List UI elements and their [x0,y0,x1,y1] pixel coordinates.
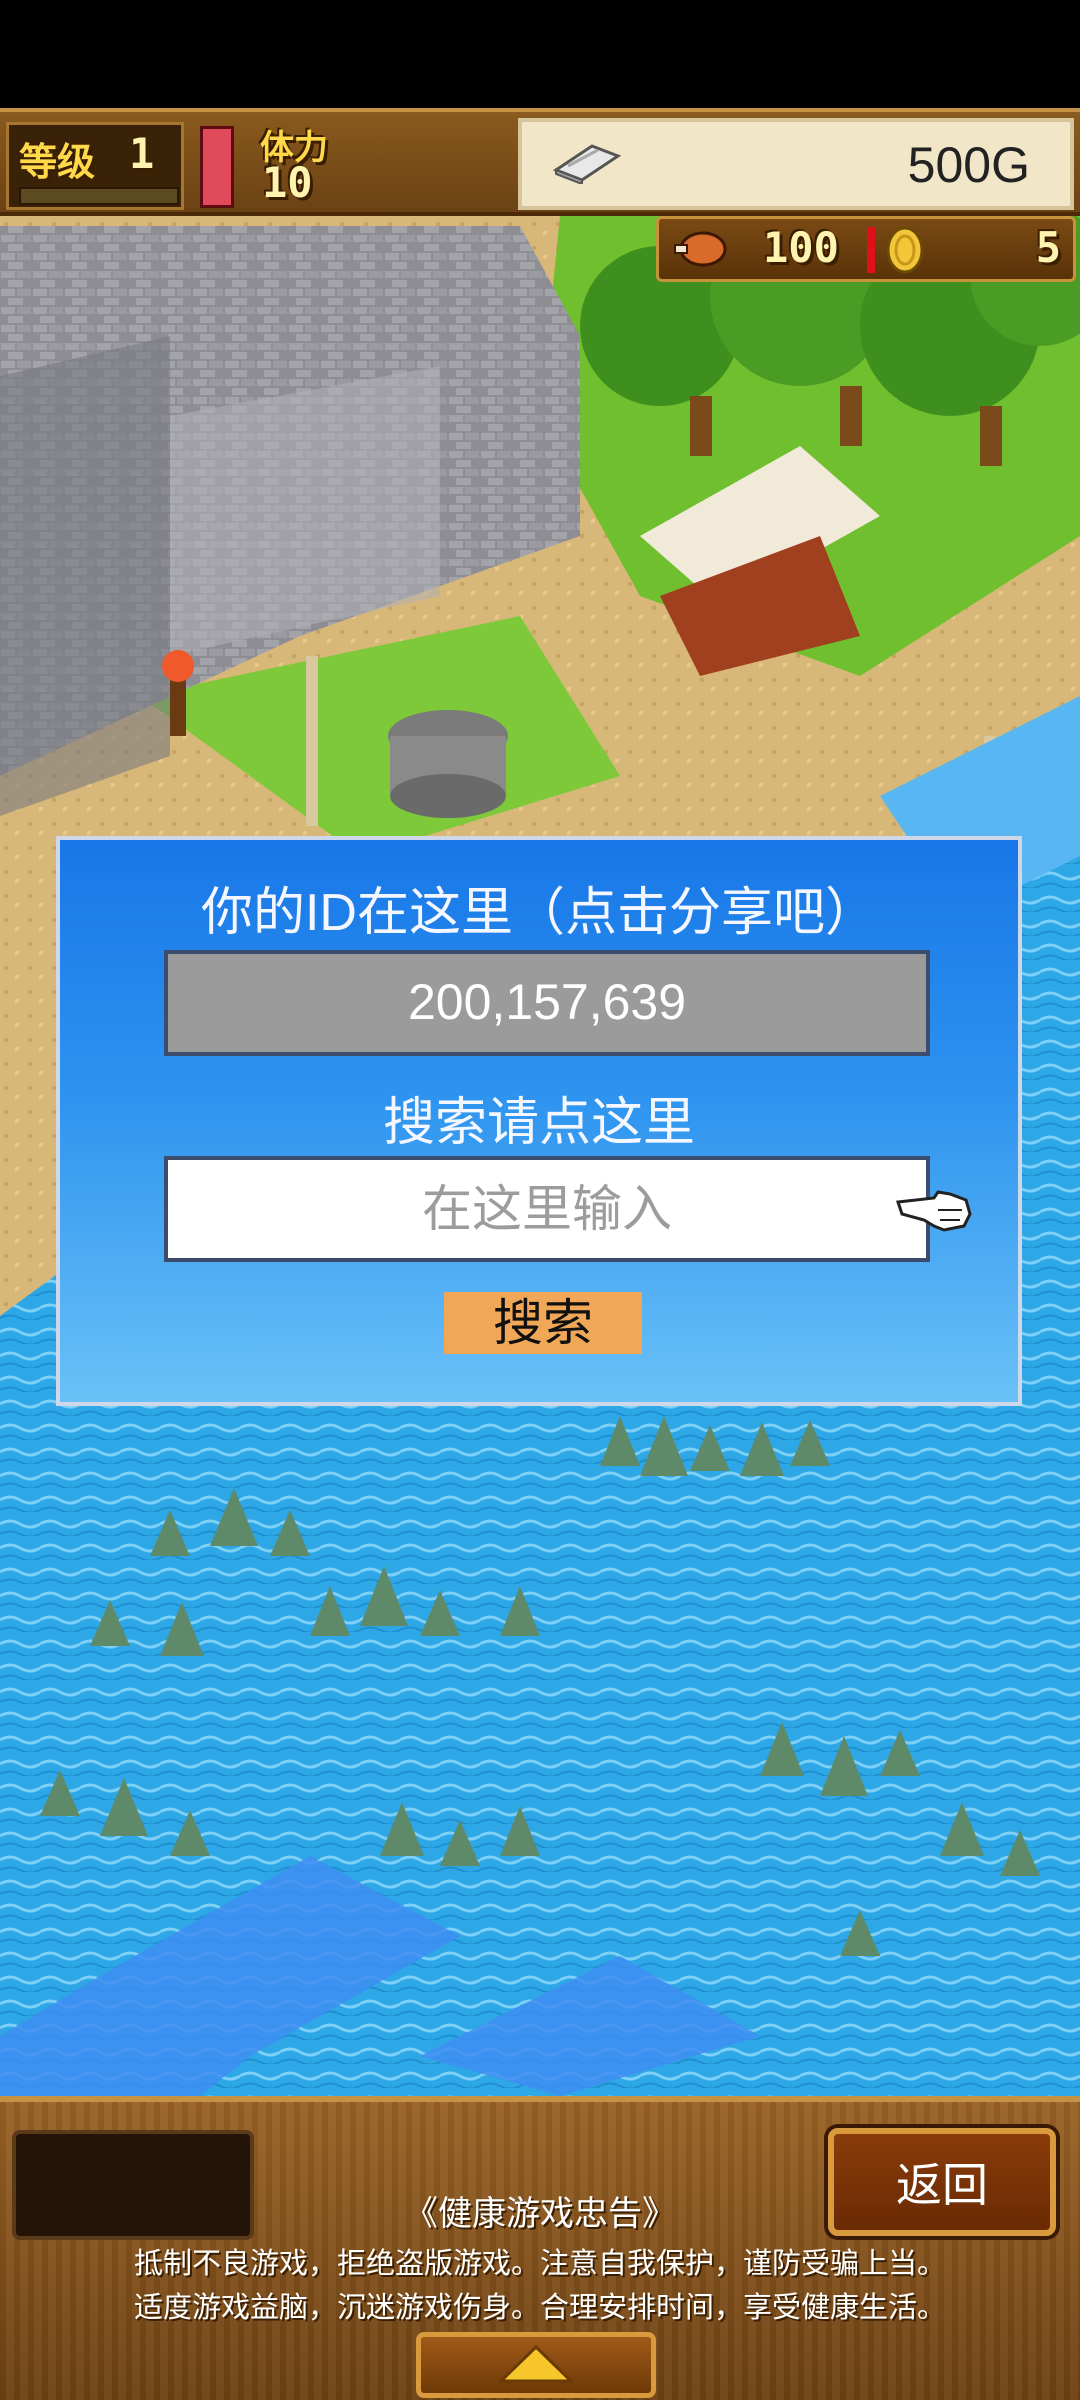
health-notice-line-2: 适度游戏益脑，沉迷游戏伤身。合理安排时间，享受健康生活。 [133,2292,946,2324]
gold-coin-icon [886,226,924,274]
food-divider [867,227,875,273]
level-label: 等级 [19,140,96,184]
food-icon [674,231,727,267]
search-button[interactable]: 搜索 [444,1292,642,1354]
level-panel: 等级 1 [6,122,184,210]
search-hint: 搜索请点这里 [382,1094,695,1152]
gold-panel: 500G [518,118,1074,210]
health-notice-title: 《健康游戏忠告》 [404,2195,676,2233]
stamina-value: 10 [262,158,313,207]
bottom-bar: 返回 《健康游戏忠告》 抵制不良游戏，拒绝盗版游戏。注意自我保护，谨防受骗上当。… [0,2096,1080,2400]
player-id-display[interactable]: 200,157,639 [164,950,930,1056]
experience-bar [19,187,179,205]
game-hud: 等级 1 体力 10 500G [0,108,1080,216]
stamina-gauge [200,126,234,208]
pointing-hand-icon [895,1190,972,1232]
up-arrow-icon [497,2344,575,2383]
health-notice-line-1: 抵制不良游戏，拒绝盗版游戏。注意自我保护，谨防受骗上当。 [133,2248,946,2280]
system-status-bar [0,0,1080,108]
id-search-dialog: 你的ID在这里（点击分享吧） 200,157,639 搜索请点这里 搜索 [56,836,1022,1406]
id-share-title[interactable]: 你的ID在这里（点击分享吧） [60,870,1018,945]
resource-panel: 100 5 [656,216,1076,282]
search-id-input[interactable] [164,1156,930,1262]
gold-value: 500G [907,137,1030,193]
silver-bar-icon [552,144,622,184]
coin-value: 5 [1035,223,1061,272]
expand-menu-button[interactable] [416,2332,656,2398]
food-value: 100 [763,223,839,272]
level-value: 1 [129,129,155,178]
